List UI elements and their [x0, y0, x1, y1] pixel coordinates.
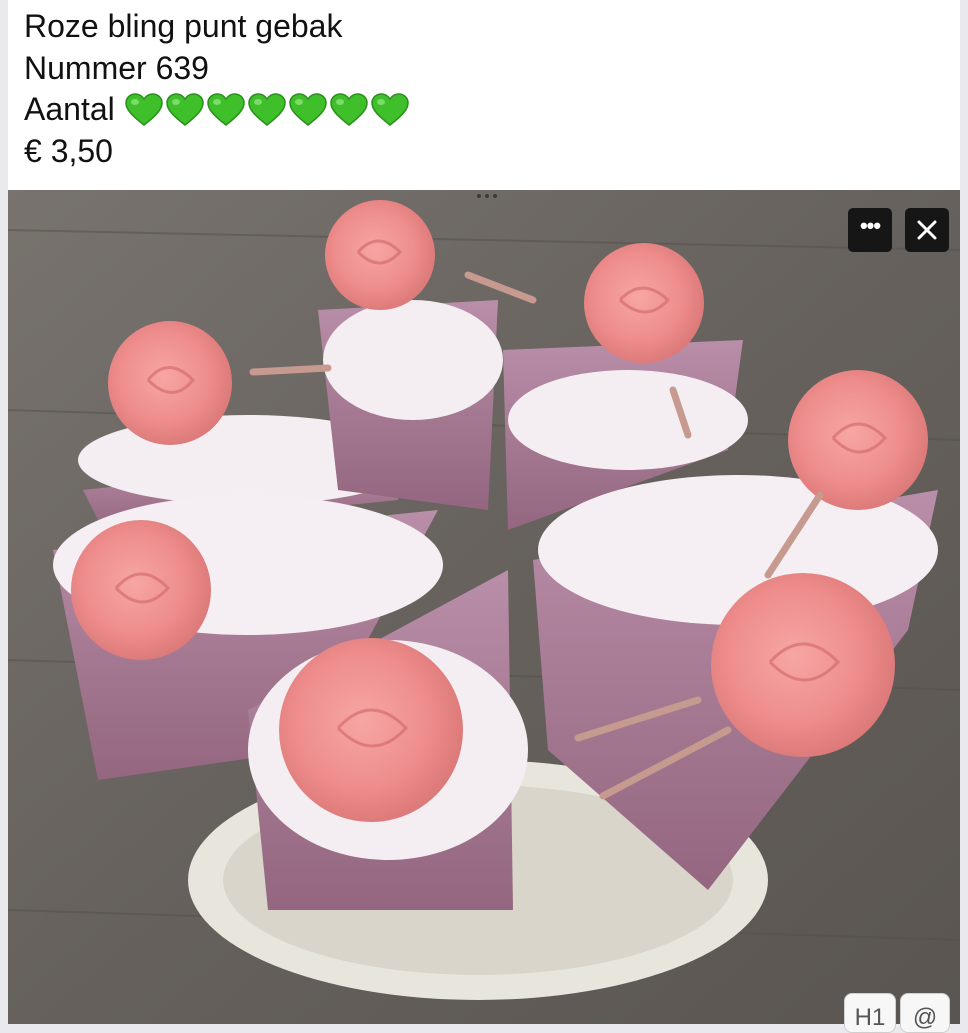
more-dots-icon: •••: [859, 213, 881, 238]
mention-badge[interactable]: @: [900, 993, 950, 1033]
green-heart-icon: [165, 92, 204, 126]
caption-quantity: Aantal: [24, 89, 409, 131]
more-options-button[interactable]: •••: [848, 208, 892, 252]
quantity-hearts: [124, 92, 409, 127]
green-heart-icon: [370, 92, 409, 126]
close-button[interactable]: [905, 208, 949, 252]
post-caption: Roze bling punt gebak Nummer 639 Aantal …: [24, 6, 409, 172]
h1-badge[interactable]: H1: [844, 993, 896, 1033]
green-heart-icon: [247, 92, 286, 126]
caption-title: Roze bling punt gebak: [24, 8, 343, 44]
green-heart-icon: [329, 92, 368, 126]
drag-handle-dots-icon[interactable]: [476, 194, 498, 200]
caption-number: Nummer 639: [24, 49, 209, 86]
cake-photo-image: [8, 190, 960, 1024]
cake-photo[interactable]: [8, 190, 960, 1024]
green-heart-icon: [288, 92, 327, 126]
post-card: Roze bling punt gebak Nummer 639 Aantal …: [8, 0, 960, 1024]
quantity-label: Aantal: [24, 91, 115, 127]
green-heart-icon: [206, 92, 245, 126]
close-icon: [917, 220, 937, 240]
caption-price: € 3,50: [24, 132, 113, 169]
green-heart-icon: [124, 92, 163, 126]
